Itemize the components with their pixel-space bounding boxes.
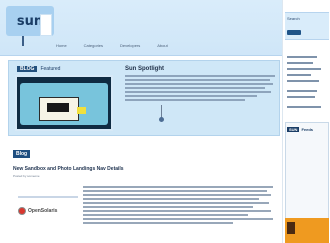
featured-heading[interactable]: Sun Spotlight — [125, 66, 164, 72]
sidebar-panel-heading: SUN Feeds — [287, 127, 313, 132]
sidebar: Search SUN Feeds — [282, 0, 330, 243]
nav-item-home[interactable]: Home — [52, 42, 71, 49]
page: sun Home Categories Developers About BLO… — [0, 0, 330, 243]
logo-tab — [40, 14, 52, 36]
thumbnail-dark-block — [47, 103, 69, 112]
featured-badge: BLOG — [17, 66, 38, 72]
blog-badge: Blog — [13, 150, 31, 158]
logo-post — [22, 36, 24, 46]
post-body — [83, 186, 273, 226]
post-meta: Posted by someone — [13, 174, 40, 178]
sidebar-banner-icon — [287, 222, 295, 234]
blog-section-title: Blog — [13, 150, 31, 158]
opensolaris-icon — [18, 207, 26, 215]
featured-text — [125, 75, 275, 103]
sidebar-link[interactable] — [287, 62, 313, 64]
sidebar-link[interactable] — [287, 56, 317, 58]
opensolaris-label: OpenSolaris — [28, 208, 58, 214]
sidebar-label: Search — [287, 16, 300, 21]
nav-item-categories[interactable]: Categories — [80, 42, 107, 49]
opensolaris-logo: OpenSolaris — [18, 207, 57, 215]
featured-marker-dot — [159, 117, 164, 122]
nav-item-developers[interactable]: Developers — [116, 42, 144, 49]
sidebar-panel-badge: SUN — [287, 127, 300, 132]
sidebar-link[interactable] — [287, 74, 311, 76]
sidebar-link[interactable] — [287, 96, 315, 98]
top-nav: Home Categories Developers About — [52, 42, 172, 49]
sidebar-panel-title: Feeds — [301, 127, 314, 132]
sidebar-link[interactable] — [287, 106, 321, 108]
post-title[interactable]: New Sandbox and Photo Landings Nav Detai… — [13, 166, 124, 172]
post-divider — [18, 196, 78, 198]
header: sun Home Categories Developers About — [0, 0, 282, 56]
nav-item-about[interactable]: About — [153, 42, 171, 49]
featured-section: BLOG Featured Sun Spotlight — [8, 60, 280, 136]
featured-title-row: BLOG Featured — [17, 66, 60, 72]
sidebar-link[interactable] — [287, 90, 317, 92]
sidebar-link[interactable] — [287, 80, 319, 82]
sidebar-link[interactable] — [287, 68, 321, 70]
featured-thumbnail[interactable] — [15, 75, 113, 131]
featured-label: Featured — [40, 66, 61, 72]
sidebar-button[interactable] — [287, 30, 301, 35]
thumbnail-yellow-block — [77, 107, 86, 114]
featured-media: BLOG Featured — [11, 63, 115, 133]
